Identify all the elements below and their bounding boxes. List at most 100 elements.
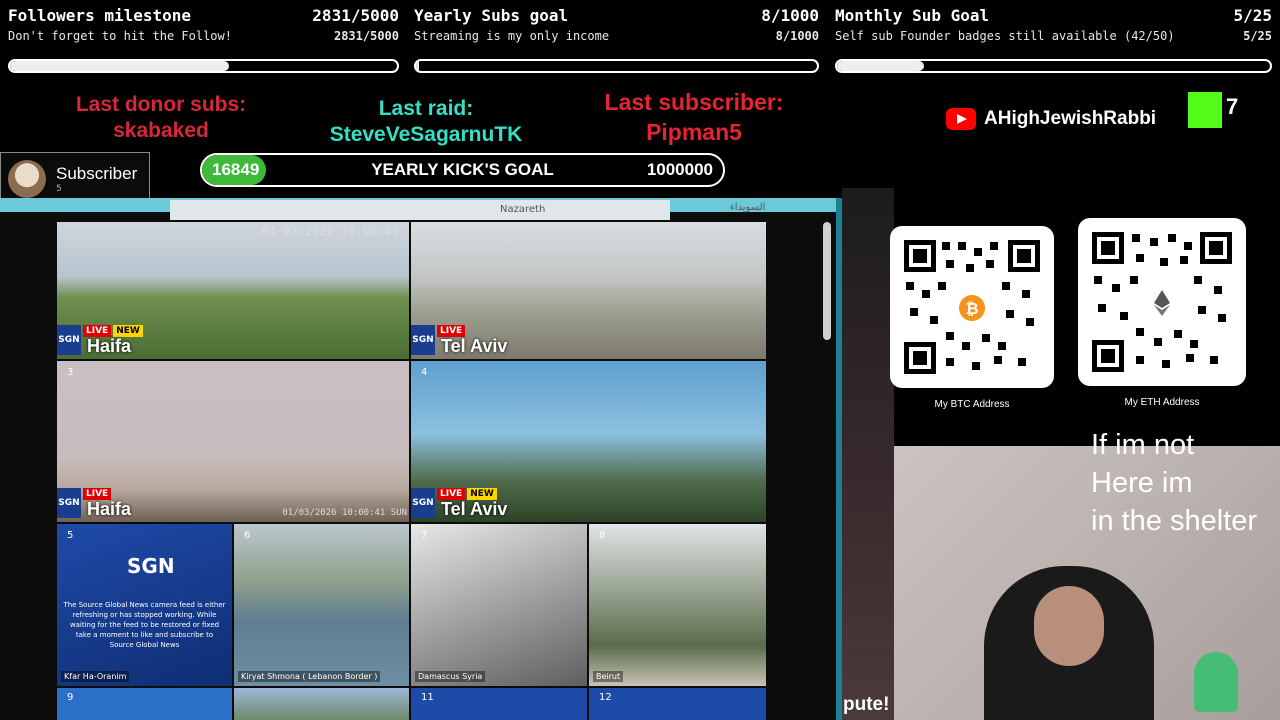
eth-qr-code	[1078, 218, 1246, 386]
youtube-channel: AHighJewishRabbi	[946, 108, 1156, 130]
kick-goal-title: YEARLY KICK'S GOAL	[371, 160, 554, 179]
camera-index: 4	[421, 367, 428, 378]
camera-tag: SGN	[57, 325, 81, 355]
camera-timestamp: 01/03/2026 10:00:41 SUN	[282, 508, 407, 518]
followers-goal: Followers milestone 2831/5000 Don't forg…	[8, 0, 399, 80]
camera-city: Tel Aviv	[441, 336, 508, 356]
camera-tag: SGN	[411, 488, 435, 518]
camera-feed-10[interactable]	[234, 688, 409, 720]
shelter-line: Here im	[1091, 467, 1193, 499]
last-donor-name: skabaked	[113, 119, 209, 142]
sgn-logo-icon: SGN	[127, 554, 175, 578]
goal-title: Yearly Subs goal	[414, 6, 569, 25]
eth-address-label: My ETH Address	[1124, 397, 1200, 408]
goal-count: 8/1000	[761, 6, 819, 25]
camera-index: 12	[599, 692, 612, 703]
camera-caption: Beirut	[593, 671, 624, 682]
camera-feed-kiryat-shmona[interactable]: 6 Kiryat Shmona ( Lebanon Border )	[234, 524, 409, 686]
camera-index: 7	[421, 530, 428, 541]
camera-city: Haifa	[87, 499, 132, 519]
camera-index: 6	[244, 530, 251, 541]
sgn-logo-icon: SGN	[57, 488, 81, 518]
goal-progress-bar	[8, 59, 399, 73]
sgn-logo-icon: SGN	[57, 325, 81, 355]
yearly-kick-goal-bar: 16849 YEARLY KICK'S GOAL 1000000	[200, 153, 725, 187]
camera-caption: Damascus Syria	[415, 671, 486, 682]
camera-index: 3	[67, 367, 74, 378]
goal-progress-bar	[835, 59, 1272, 73]
btc-qr-code: ₿	[890, 226, 1054, 388]
overlay-text: pute!	[843, 694, 890, 715]
subscriber-count: 5	[56, 184, 62, 194]
camera-feed-damascus[interactable]: 7 Damascus Syria	[411, 524, 587, 686]
subscriber-label: Subscriber	[56, 164, 138, 183]
shelter-line: in the shelter	[1091, 505, 1258, 537]
goal-progress-fill	[10, 61, 230, 71]
camera-feed-tel-aviv[interactable]: SGN LIVE Tel Aviv	[411, 222, 766, 359]
last-raid-widget: Last raid: SteveVeSagarnuTK	[300, 96, 552, 148]
person-head	[1034, 586, 1104, 666]
camera-feed-12[interactable]: 12	[589, 688, 766, 720]
goal-subtitle: Streaming is my only income	[414, 29, 610, 43]
camera-feed-offline[interactable]: 5 SGN The Source Global News camera feed…	[57, 524, 232, 686]
last-subscriber-widget: Last subscriber: Pipman5	[570, 87, 818, 147]
kick-goal-target: 1000000	[646, 160, 713, 179]
kick-logo-icon	[1188, 92, 1222, 128]
camera-feed-9[interactable]: 9	[57, 688, 232, 720]
youtube-icon	[946, 108, 976, 130]
last-raid-label: Last raid:	[378, 97, 474, 120]
goal-progress-bar	[414, 59, 819, 73]
camera-city: Tel Aviv	[441, 499, 508, 519]
camera-caption: Kiryat Shmona ( Lebanon Border )	[238, 671, 381, 682]
goal-count-secondary: 8/1000	[775, 29, 819, 43]
camera-tag: SGN	[57, 488, 81, 518]
goal-title: Monthly Sub Goal	[835, 6, 990, 25]
goal-count-secondary: 5/25	[1243, 29, 1272, 43]
offline-notice: The Source Global News camera feed is ei…	[63, 601, 226, 649]
qr-pattern	[1092, 232, 1232, 372]
camera-tag: SGN	[411, 325, 435, 355]
camera-caption: Kfar Ha-Oranim	[61, 671, 130, 682]
last-donor-label: Last donor subs:	[75, 93, 247, 116]
camera-feed-beirut[interactable]: 8 Beirut	[589, 524, 766, 686]
camera-timestamp: 01-03-2026 10:00:49	[261, 224, 399, 238]
shelter-note: If im not Here im in the shelter	[1091, 426, 1257, 540]
goal-subtitle: Self sub Founder badges still available …	[835, 29, 1175, 43]
goal-subtitle: Don't forget to hit the Follow!	[8, 29, 232, 43]
browser-scrollbar[interactable]	[823, 222, 831, 340]
camera-feed-tel-aviv-2[interactable]: 4 SGN LIVE NEW Tel Aviv	[411, 361, 766, 522]
goal-progress-fill	[416, 61, 420, 71]
last-raid-name: SteveVeSagarnuTK	[329, 123, 523, 146]
goal-count: 2831/5000	[312, 6, 399, 25]
last-subscriber-name: Pipman5	[646, 119, 742, 145]
camera-index: 8	[599, 530, 606, 541]
monthly-sub-goal: Monthly Sub Goal 5/25 Self sub Founder b…	[835, 0, 1272, 80]
camera-city: Haifa	[87, 336, 132, 356]
map-strip: Nazareth السويداء	[170, 200, 765, 220]
sgn-logo-icon: SGN	[411, 488, 435, 518]
camera-index: 11	[421, 692, 434, 703]
mini-plant-icon	[1194, 652, 1238, 712]
qr-pattern: ₿	[904, 240, 1040, 374]
shelter-line: If im not	[1091, 429, 1195, 461]
map-label: السويداء	[730, 202, 766, 213]
camera-feed-11[interactable]: 11	[411, 688, 587, 720]
last-subscriber-label: Last subscriber:	[604, 89, 784, 115]
svg-text:₿: ₿	[965, 299, 978, 318]
camera-feed-haifa-2[interactable]: 3 01/03/2026 10:00:41 SUN SGN LIVE Haifa	[57, 361, 409, 522]
kick-viewer-count: 7	[1226, 94, 1239, 119]
yearly-subs-goal: Yearly Subs goal 8/1000 Streaming is my …	[414, 0, 819, 80]
sgn-logo-icon: SGN	[411, 325, 435, 355]
goal-count-secondary: 2831/5000	[333, 29, 399, 43]
goal-title: Followers milestone	[8, 6, 192, 25]
last-donor-widget: Last donor subs: skabaked	[40, 92, 282, 144]
camera-index: 5	[67, 530, 74, 541]
btc-address-label: My BTC Address	[934, 399, 1010, 410]
goal-progress-fill	[837, 61, 924, 71]
map-label: Nazareth	[500, 204, 546, 215]
youtube-channel-name: AHighJewishRabbi	[984, 108, 1157, 129]
goal-count: 5/25	[1233, 6, 1272, 25]
camera-feed-haifa[interactable]: 01-03-2026 10:00:49 SGN LIVE NEW Haifa	[57, 222, 409, 359]
avatar	[8, 160, 46, 198]
camera-index: 9	[67, 692, 74, 703]
